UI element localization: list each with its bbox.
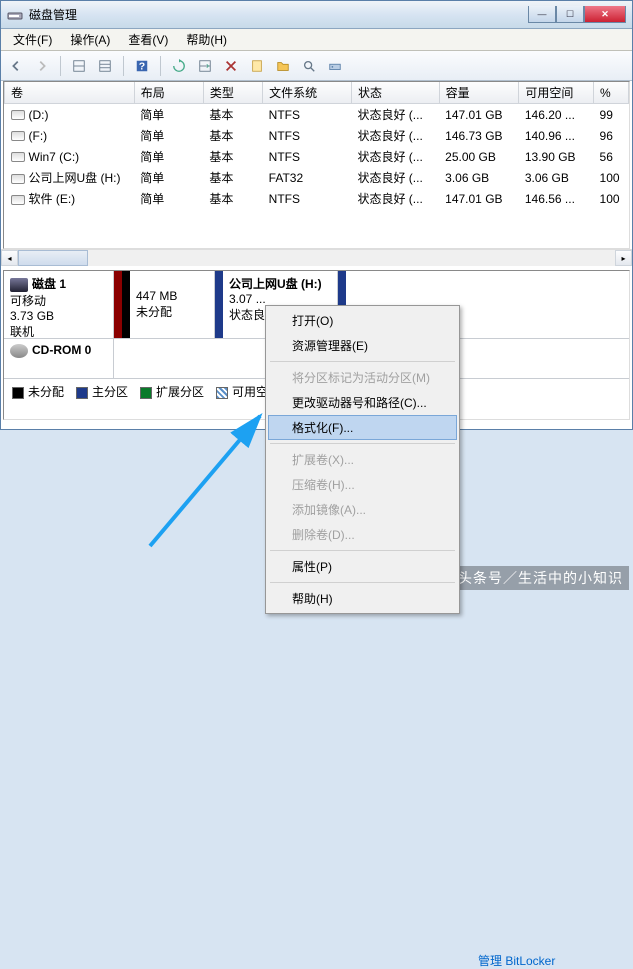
forward-button[interactable] (31, 55, 53, 77)
bitlocker-link[interactable]: 管理 BitLocker (478, 952, 555, 969)
cdrom-icon (10, 344, 28, 358)
scroll-track[interactable] (88, 250, 615, 266)
ctx-mirror: 添加镜像(A)... (268, 497, 457, 522)
menu-view[interactable]: 查看(V) (120, 29, 176, 50)
disk1-part1[interactable]: 447 MB 未分配 (130, 271, 215, 338)
disk1-part2-bar (215, 271, 223, 338)
menu-file[interactable]: 文件(F) (5, 29, 60, 50)
app-icon (7, 7, 23, 23)
legend-ext: 扩展分区 (156, 385, 204, 399)
volume-table[interactable]: 卷 布局 类型 文件系统 状态 容量 可用空间 % (D:)简单基本NTFS状态… (4, 82, 629, 209)
menubar: 文件(F) 操作(A) 查看(V) 帮助(H) (1, 29, 632, 51)
context-menu: 打开(O) 资源管理器(E) 将分区标记为活动分区(M) 更改驱动器号和路径(C… (265, 305, 460, 614)
folder-button[interactable] (272, 55, 294, 77)
view-bottom-button[interactable] (94, 55, 116, 77)
col-status[interactable]: 状态 (351, 82, 439, 104)
ctx-sep1 (270, 361, 455, 362)
window-controls: — ☐ ✕ (528, 6, 626, 23)
ctx-open[interactable]: 打开(O) (268, 308, 457, 333)
col-capacity[interactable]: 容量 (439, 82, 519, 104)
ctx-props[interactable]: 属性(P) (268, 554, 457, 579)
ctx-mark-active: 将分区标记为活动分区(M) (268, 365, 457, 390)
disk1-part2-size: 3.07 ... (229, 292, 331, 306)
disk1-header[interactable]: 磁盘 1 可移动 3.73 GB 联机 (4, 271, 114, 338)
table-row[interactable]: (D:)简单基本NTFS状态良好 (...147.01 GB146.20 ...… (5, 104, 629, 126)
table-row[interactable]: (F:)简单基本NTFS状态良好 (...146.73 GB140.96 ...… (5, 125, 629, 146)
menu-help[interactable]: 帮助(H) (178, 29, 235, 50)
disk1-stripe (114, 271, 122, 338)
watermark: 头条号／生活中的小知识 (452, 566, 629, 590)
legend-unalloc: 未分配 (28, 385, 64, 399)
table-row[interactable]: Win7 (C:)简单基本NTFS状态良好 (...25.00 GB13.90 … (5, 146, 629, 167)
detail-button[interactable] (298, 55, 320, 77)
drive-icon (11, 152, 25, 162)
disk1-removable: 可移动 (10, 292, 107, 309)
cdrom-header[interactable]: CD-ROM 0 (4, 339, 114, 378)
ctx-sep3 (270, 550, 455, 551)
help-button[interactable]: ? (131, 55, 153, 77)
maximize-button[interactable]: ☐ (556, 6, 584, 23)
disk1-part2-name: 公司上网U盘 (H:) (229, 277, 322, 291)
legend-free-icon (216, 387, 228, 399)
svg-text:?: ? (139, 60, 145, 72)
properties-button[interactable] (246, 55, 268, 77)
table-header[interactable]: 卷 布局 类型 文件系统 状态 容量 可用空间 % (5, 82, 629, 104)
disk1-part1-bar (122, 271, 130, 338)
legend-unalloc-icon (12, 387, 24, 399)
window-title: 磁盘管理 (29, 6, 528, 23)
drive-icon (11, 174, 25, 184)
drive-icon (11, 110, 25, 120)
ctx-sep2 (270, 443, 455, 444)
ctx-help[interactable]: 帮助(H) (268, 586, 457, 611)
back-button[interactable] (5, 55, 27, 77)
disk1-label: 磁盘 1 (32, 277, 66, 291)
disk1-size: 3.73 GB (10, 309, 107, 323)
ctx-sep4 (270, 582, 455, 583)
rescan-button[interactable] (194, 55, 216, 77)
close-button[interactable]: ✕ (584, 6, 626, 23)
ctx-shrink: 压缩卷(H)... (268, 472, 457, 497)
minimize-button[interactable]: — (528, 6, 556, 23)
drive-icon (11, 131, 25, 141)
legend-ext-icon (140, 387, 152, 399)
menu-action[interactable]: 操作(A) (62, 29, 118, 50)
upper-hscroll[interactable]: ◂ ▸ (1, 249, 632, 266)
disk-icon (10, 278, 28, 292)
col-volume[interactable]: 卷 (5, 82, 135, 104)
ctx-change-drive[interactable]: 更改驱动器号和路径(C)... (268, 390, 457, 415)
delete-icon[interactable] (220, 55, 242, 77)
drive-icon (11, 195, 25, 205)
toolbar: ? (1, 51, 632, 81)
ctx-explorer[interactable]: 资源管理器(E) (268, 333, 457, 358)
col-free[interactable]: 可用空间 (519, 82, 594, 104)
col-type[interactable]: 类型 (203, 82, 262, 104)
col-pct[interactable]: % (594, 82, 629, 104)
legend-primary: 主分区 (92, 385, 128, 399)
legend-primary-icon (76, 387, 88, 399)
table-row[interactable]: 软件 (E:)简单基本NTFS状态良好 (...147.01 GB146.56 … (5, 188, 629, 209)
settings-button[interactable] (324, 55, 346, 77)
titlebar[interactable]: 磁盘管理 — ☐ ✕ (1, 1, 632, 29)
scroll-thumb[interactable] (18, 250, 88, 266)
scroll-left-button[interactable]: ◂ (1, 250, 18, 266)
table-row[interactable]: 公司上网U盘 (H:)简单基本FAT32状态良好 (...3.06 GB3.06… (5, 167, 629, 188)
volume-list-pane: 卷 布局 类型 文件系统 状态 容量 可用空间 % (D:)简单基本NTFS状态… (3, 81, 630, 249)
view-top-button[interactable] (68, 55, 90, 77)
ctx-delete: 删除卷(D)... (268, 522, 457, 547)
disk1-part1-size: 447 MB (136, 289, 208, 303)
disk1-part1-status: 未分配 (136, 303, 208, 320)
disk1-status: 联机 (10, 323, 107, 340)
col-fs[interactable]: 文件系统 (263, 82, 352, 104)
ctx-format[interactable]: 格式化(F)... (268, 415, 457, 440)
refresh-button[interactable] (168, 55, 190, 77)
col-layout[interactable]: 布局 (134, 82, 203, 104)
cdrom-label: CD-ROM 0 (32, 343, 91, 357)
scroll-right-button[interactable]: ▸ (615, 250, 632, 266)
ctx-extend: 扩展卷(X)... (268, 447, 457, 472)
